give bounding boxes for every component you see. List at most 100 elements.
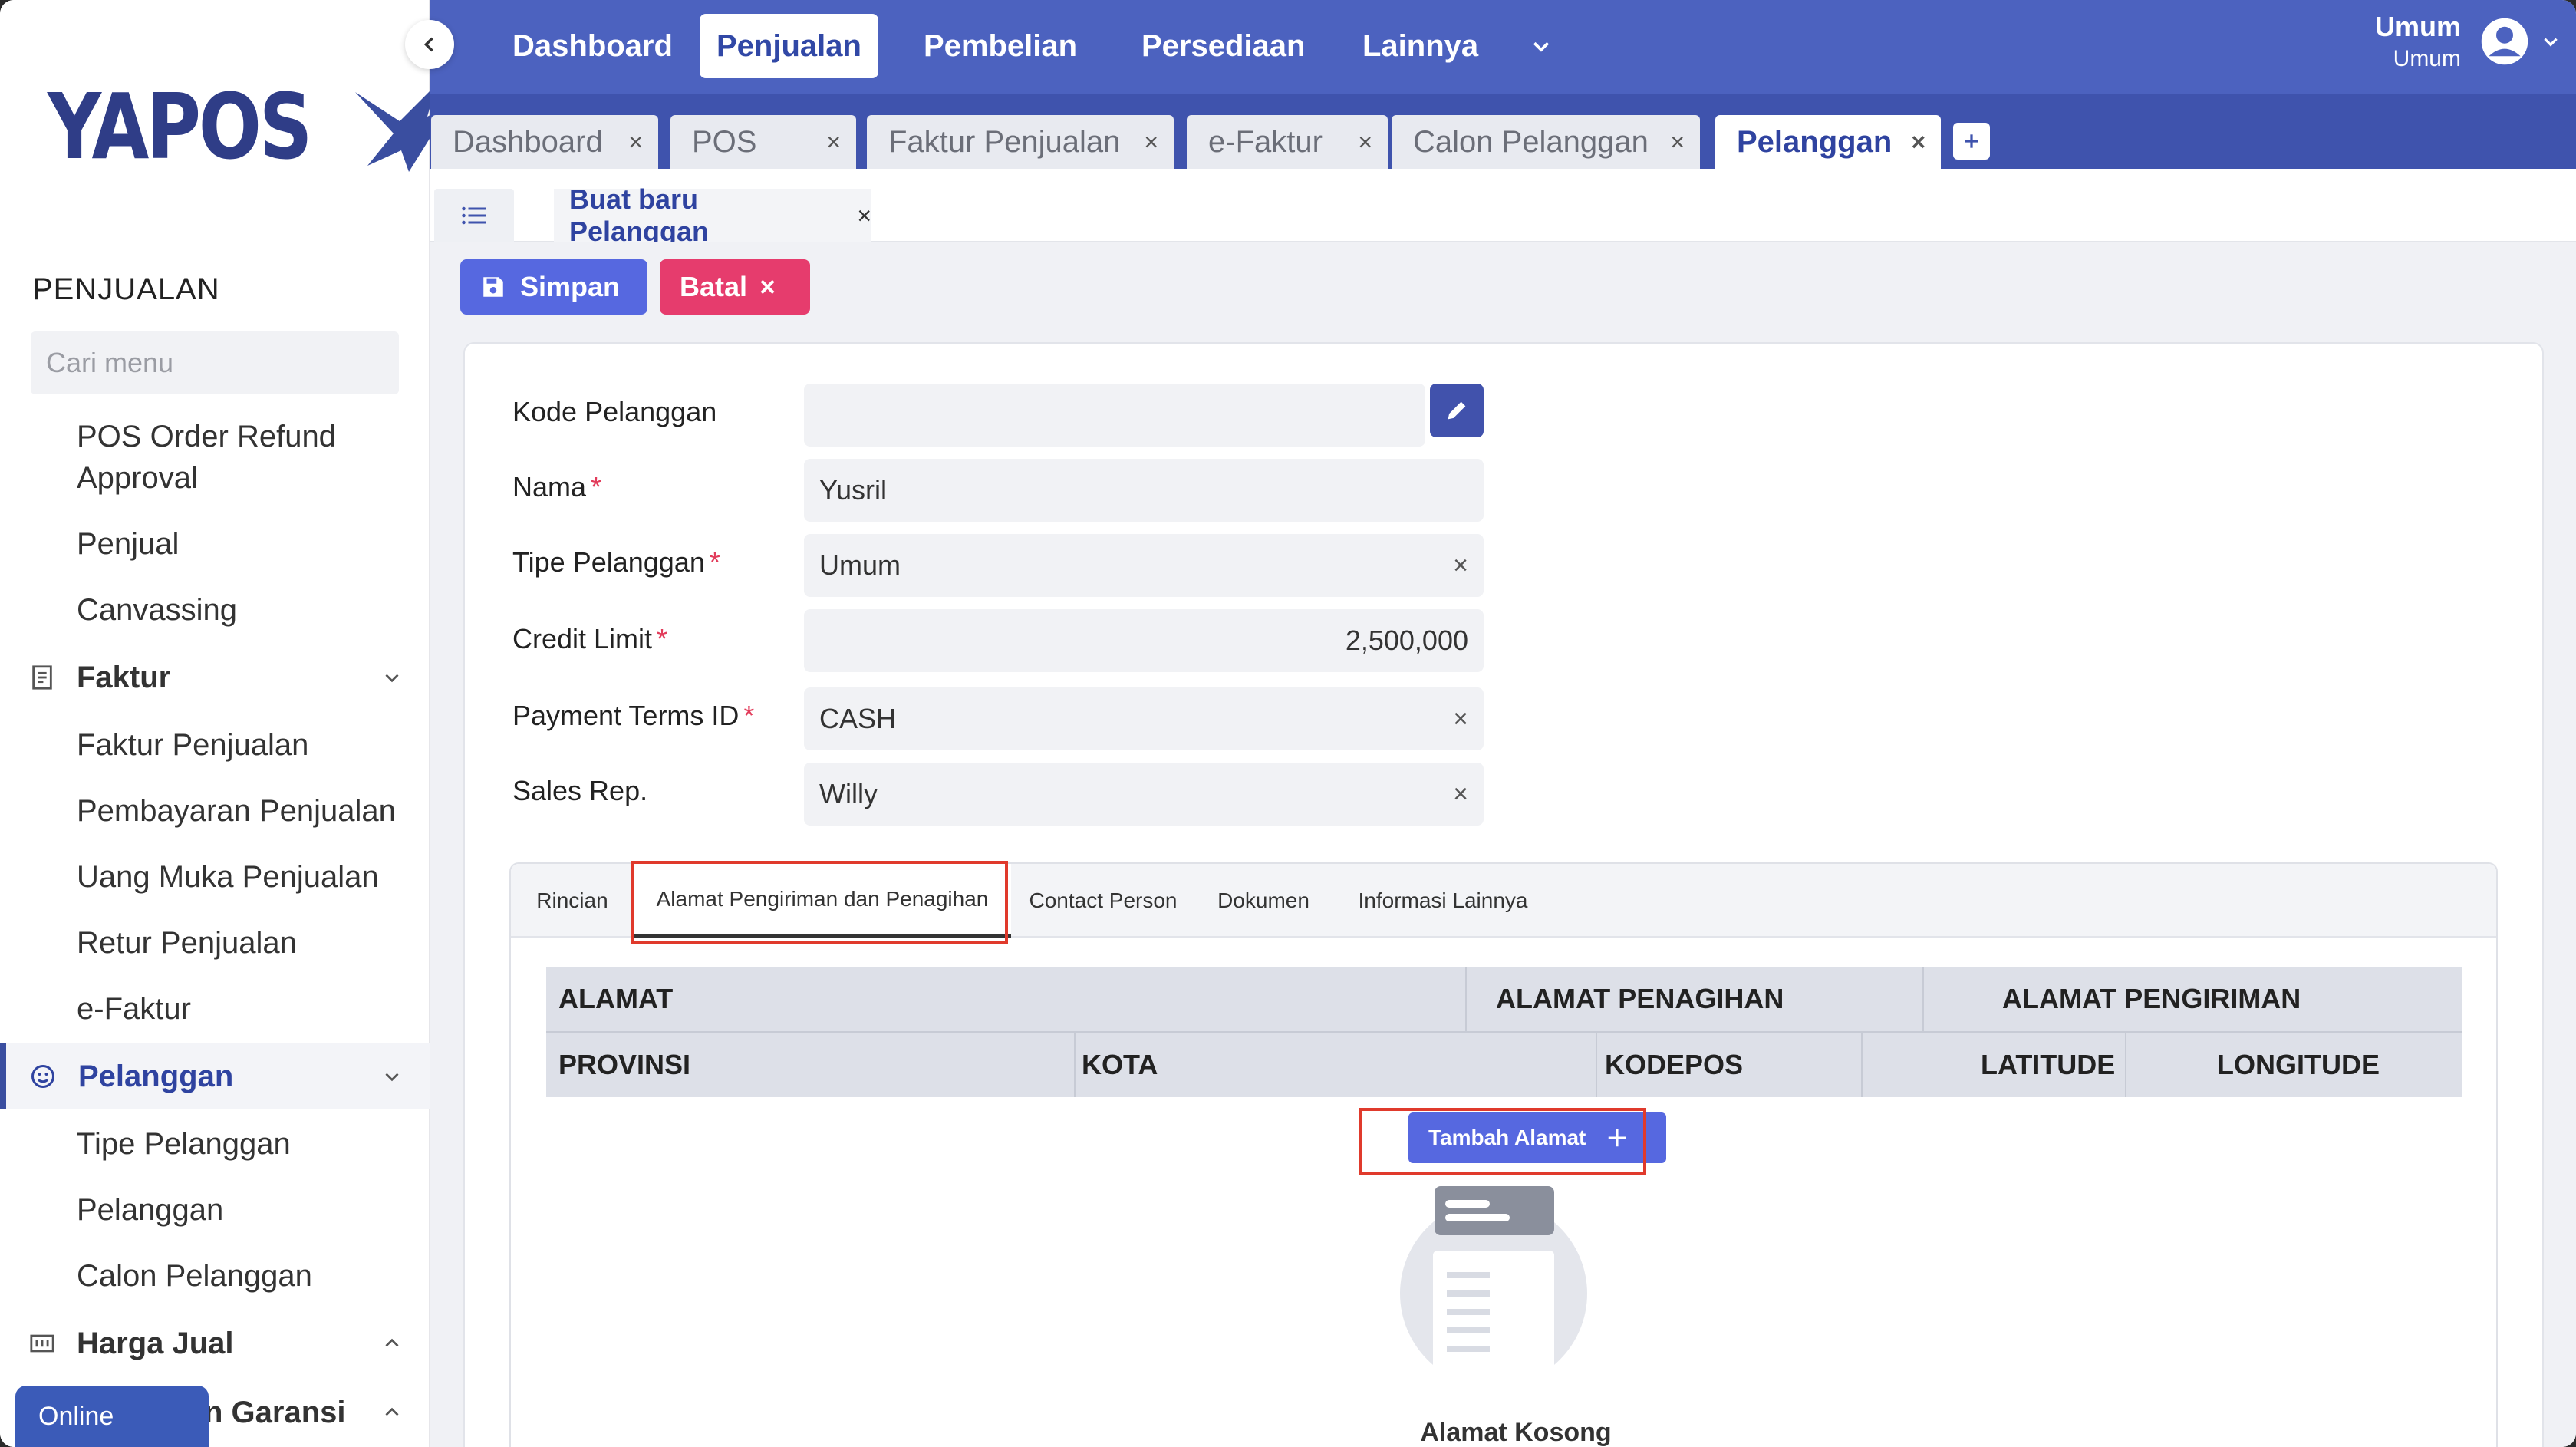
sidebar-group-label: Faktur [77, 660, 171, 694]
label-text: Kode Pelanggan [512, 396, 717, 427]
col-divider [2125, 1033, 2126, 1097]
tab-faktur-penjualan[interactable]: Faktur Penjualan × [867, 115, 1174, 169]
save-button[interactable]: Simpan [460, 259, 647, 315]
close-icon[interactable]: × [1358, 128, 1372, 157]
tab-pos[interactable]: POS × [670, 115, 856, 169]
chevron-down-icon [385, 674, 399, 683]
required-mark: * [743, 700, 755, 731]
sidebar-item-calon-pelanggan[interactable]: Calon Pelanggan [77, 1255, 312, 1297]
sidebar-item-e-faktur[interactable]: e-Faktur [77, 988, 191, 1030]
empty-state-text: Alamat Kosong [1420, 1418, 1612, 1447]
menu-search-input[interactable] [46, 347, 403, 379]
avatar-icon [2481, 18, 2528, 65]
nav-persediaan[interactable]: Persediaan [1125, 14, 1322, 78]
tab-calon-pelanggan[interactable]: Calon Pelanggan × [1392, 115, 1700, 169]
col-latitude: LATITUDE [1981, 1049, 2116, 1080]
tab-dokumen[interactable]: Dokumen [1195, 864, 1332, 938]
field-value: Umum [819, 549, 901, 581]
sidebar-group-label: Pelanggan [78, 1059, 234, 1093]
required-mark: * [657, 623, 668, 654]
sidebar-item-approval[interactable]: Approval [77, 457, 198, 499]
tab-label: Dashboard [453, 124, 603, 159]
close-icon[interactable]: × [1911, 128, 1925, 157]
user-role: Umum [2393, 46, 2461, 71]
sidebar-collapse-button[interactable] [405, 20, 454, 69]
save-label: Simpan [520, 271, 621, 302]
plus-icon [1965, 134, 1978, 148]
credit-limit-label: Credit Limit * [512, 623, 667, 655]
pencil-icon [1448, 401, 1466, 420]
user-menu[interactable]: Umum Umum [2375, 11, 2561, 72]
nav-penjualan[interactable]: Penjualan [700, 14, 878, 78]
tab-contact-person[interactable]: Contact Person [1011, 864, 1195, 938]
tab-informasi-lainnya[interactable]: Informasi Lainnya [1332, 864, 1554, 938]
cancel-label: Batal [680, 271, 748, 302]
subtab-create-pelanggan[interactable]: Buat baru Pelanggan × [554, 183, 871, 247]
sidebar-section-title: PENJUALAN [32, 272, 220, 306]
sidebar-item-retur-penjualan[interactable]: Retur Penjualan [77, 922, 297, 964]
kode-pelanggan-field[interactable] [804, 384, 1425, 447]
chevron-up-icon [385, 1338, 399, 1347]
payment-terms-label: Payment Terms ID * [512, 700, 754, 732]
close-icon[interactable]: × [857, 202, 871, 230]
payment-terms-select[interactable]: CASH × [804, 687, 1484, 750]
col-longitude: LONGITUDE [2217, 1049, 2380, 1080]
field-value: CASH [819, 703, 897, 734]
sidebar-item-tipe-pelanggan[interactable]: Tipe Pelanggan [77, 1123, 291, 1165]
col-divider [1861, 1033, 1863, 1097]
close-icon[interactable]: × [1144, 128, 1158, 157]
tab-e-faktur[interactable]: e-Faktur × [1187, 115, 1388, 169]
tab-label: e-Faktur [1208, 124, 1323, 159]
sidebar-item-penjual[interactable]: Penjual [77, 523, 179, 565]
col-divider [1922, 967, 1924, 1031]
sales-rep-select[interactable]: Willy × [804, 763, 1484, 826]
clear-icon[interactable]: × [1453, 780, 1468, 809]
sidebar-item-faktur-penjualan[interactable]: Faktur Penjualan [77, 724, 308, 766]
tab-pelanggan[interactable]: Pelanggan × [1715, 115, 1941, 169]
sales-rep-label: Sales Rep. [512, 775, 647, 807]
close-icon[interactable]: × [826, 128, 841, 157]
add-tab-button[interactable] [1953, 123, 1990, 160]
clear-icon[interactable]: × [1453, 551, 1468, 581]
tab-dashboard[interactable]: Dashboard × [431, 115, 658, 169]
tab-rincian[interactable]: Rincian [511, 864, 634, 938]
price-list-icon [30, 1334, 54, 1353]
sidebar-item-pembayaran-penjualan[interactable]: Pembayaran Penjualan [77, 790, 396, 832]
close-icon[interactable]: × [1670, 128, 1685, 157]
sidebar-item-uang-muka-penjualan[interactable]: Uang Muka Penjualan [77, 856, 379, 898]
sidebar-item-pos-order-refund[interactable]: POS Order Refund [77, 416, 336, 457]
user-name: Umum [2374, 11, 2461, 42]
online-status-badge[interactable]: Online [15, 1386, 209, 1447]
nav-dashboard[interactable]: Dashboard [496, 14, 690, 78]
sidebar-item-pelanggan[interactable]: Pelanggan [77, 1189, 223, 1231]
col-alamat-pengiriman: ALAMAT PENGIRIMAN [2002, 983, 2301, 1014]
label-text: Sales Rep. [512, 775, 648, 806]
nav-more-button[interactable] [1513, 14, 1570, 78]
nama-field[interactable]: Yusril [804, 459, 1484, 522]
user-names: Umum Umum [2375, 11, 2461, 72]
sidebar-group-faktur[interactable]: Faktur [0, 644, 430, 710]
cancel-button[interactable]: Batal × [660, 259, 810, 315]
nav-lainnya[interactable]: Lainnya [1346, 14, 1495, 78]
sidebar-group-harga-jual[interactable]: Harga Jual [0, 1310, 430, 1376]
field-value: Willy [819, 778, 878, 809]
sidebar-group-pelanggan[interactable]: Pelanggan [0, 1043, 430, 1109]
tab-label: Faktur Penjualan [888, 124, 1121, 159]
tipe-pelanggan-label: Tipe Pelanggan * [512, 546, 720, 578]
required-mark: * [591, 471, 602, 503]
nav-pembelian[interactable]: Pembelian [907, 14, 1094, 78]
nama-label: Nama * [512, 471, 601, 503]
menu-search[interactable] [31, 331, 403, 394]
chevron-down-icon [385, 1073, 399, 1082]
col-alamat-penagihan: ALAMAT PENAGIHAN [1496, 983, 1784, 1014]
credit-limit-field[interactable]: 2,500,000 [804, 609, 1484, 672]
edit-code-button[interactable] [1430, 384, 1484, 437]
chevron-down-icon [1533, 41, 1550, 52]
highlight-box [631, 861, 1008, 944]
col-kota: KOTA [1082, 1049, 1158, 1080]
list-view-button[interactable] [434, 189, 514, 242]
sidebar-item-canvassing[interactable]: Canvassing [77, 589, 237, 631]
close-icon[interactable]: × [628, 128, 643, 157]
clear-icon[interactable]: × [1453, 704, 1468, 734]
tipe-pelanggan-select[interactable]: Umum × [804, 534, 1484, 597]
